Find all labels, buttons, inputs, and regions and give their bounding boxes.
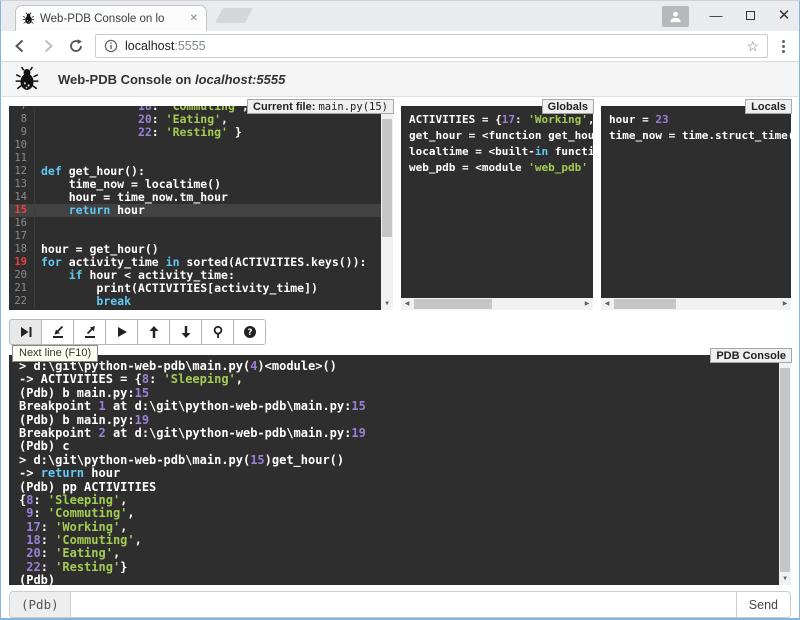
locals-line: time_now = time.struct_time(tm_yea	[609, 128, 791, 144]
close-button[interactable]: ✕	[777, 1, 791, 31]
pdb-prompt-label: (Pdb)	[9, 591, 70, 618]
locals-line: hour = 23	[609, 112, 791, 128]
web-pdb-page: Web-PDB Console on localhost:5555 Curren…	[1, 62, 799, 618]
page-info-icon[interactable]	[104, 39, 118, 53]
up-icon	[147, 325, 161, 339]
console-line: (Pdb)	[19, 574, 791, 585]
reload-button[interactable]	[67, 37, 85, 55]
url-port: :5555	[174, 39, 205, 53]
console-line: Breakpoint 1 at d:\git\python-web-pdb\ma…	[19, 400, 791, 413]
pdb-console-panel: > d:\git\python-web-pdb\main.py(4)<modul…	[9, 355, 791, 585]
console-lines: > d:\git\python-web-pdb\main.py(4)<modul…	[19, 360, 791, 585]
send-button[interactable]: Send	[737, 591, 791, 618]
next-line-icon	[19, 325, 33, 339]
code-line: 22 break	[9, 295, 393, 308]
maximize-button[interactable]	[743, 1, 757, 31]
next-line-tooltip: Next line (F10)	[12, 345, 98, 362]
locals-label: Locals	[745, 99, 792, 114]
code-line: 16	[9, 217, 393, 230]
console-line: 18: 'Commuting',	[19, 534, 791, 547]
locals-lines: hour = 23time_now = time.struct_time(tm_…	[609, 112, 791, 144]
profile-button[interactable]	[662, 6, 689, 27]
globals-scrollbar[interactable]: ◀ ▶	[401, 298, 593, 310]
console-line: (Pdb) c	[19, 440, 791, 453]
locals-scrollbar[interactable]: ◀ ▶	[601, 298, 791, 310]
help-icon: ?	[243, 325, 257, 339]
current-file-label: Current file: main.py(15)	[247, 99, 394, 114]
scroll-left-icon[interactable]: ◀	[401, 298, 413, 310]
console-line: Breakpoint 2 at d:\git\python-web-pdb\ma…	[19, 427, 791, 440]
console-line: -> return hour	[19, 467, 791, 480]
code-line: 15 return hour	[9, 204, 393, 217]
app-header: Web-PDB Console on localhost:5555	[1, 62, 799, 97]
browser-window: Web-PDB Console on lo ✕ — ✕	[0, 0, 800, 620]
scroll-down-icon[interactable]: ▼	[779, 573, 791, 585]
pdb-command-input[interactable]	[70, 591, 737, 618]
up-button[interactable]	[137, 319, 170, 345]
step-out-icon	[83, 325, 97, 339]
minimize-button[interactable]: —	[709, 1, 723, 31]
scroll-left-icon[interactable]: ◀	[601, 298, 613, 310]
code-lines: 7 18: 'Commuting',8 20: 'Eating',9 22: '…	[9, 106, 393, 308]
pdb-console-label: PDB Console	[710, 348, 792, 363]
locals-panel: hour = 23time_now = time.struct_time(tm_…	[601, 106, 791, 298]
bookmark-star-icon[interactable]: ☆	[746, 38, 759, 55]
command-input-row: (Pdb) Send	[9, 591, 791, 618]
scroll-down-icon[interactable]: ▼	[381, 298, 393, 310]
svg-text:?: ?	[247, 328, 252, 338]
console-line: > d:\git\python-web-pdb\main.py(4)<modul…	[19, 360, 791, 373]
down-button[interactable]	[169, 319, 202, 345]
code-scrollbar[interactable]: ▲ ▼	[381, 106, 393, 310]
console-line: (Pdb) pp ACTIVITIES	[19, 481, 791, 494]
globals-line: ACTIVITIES = {17: 'Working', 18: '	[409, 112, 593, 128]
browser-tab[interactable]: Web-PDB Console on lo ✕	[15, 5, 207, 31]
console-line: 20: 'Eating',	[19, 547, 791, 560]
code-line: 10	[9, 139, 393, 152]
where-button[interactable]	[201, 319, 234, 345]
console-line: > d:\git\python-web-pdb\main.py(15)get_h…	[19, 454, 791, 467]
console-line: (Pdb) b main.py:19	[19, 414, 791, 427]
where-icon	[211, 325, 225, 339]
new-tab-button[interactable]	[215, 8, 253, 23]
down-icon	[179, 325, 193, 339]
address-bar[interactable]: localhost :5555 ☆	[95, 34, 768, 58]
scroll-right-icon[interactable]: ▶	[779, 298, 791, 310]
globals-lines: ACTIVITIES = {17: 'Working', 18: 'get_ho…	[409, 112, 593, 176]
next-line-button[interactable]	[9, 319, 42, 345]
globals-line: get_hour = <function get_hour at 0	[409, 128, 593, 144]
bug-favicon-icon	[22, 12, 35, 25]
console-line: 17: 'Working',	[19, 521, 791, 534]
globals-label: Globals	[542, 99, 594, 114]
console-scrollbar[interactable]: ▲ ▼	[779, 355, 791, 585]
console-line: (Pdb) b main.py:15	[19, 387, 791, 400]
bug-logo-icon	[14, 66, 40, 92]
browser-menu-button[interactable]	[778, 40, 789, 53]
source-code-panel: 7 18: 'Commuting',8 20: 'Eating',9 22: '…	[9, 106, 393, 310]
console-line: {8: 'Sleeping',	[19, 494, 791, 507]
globals-panel: ACTIVITIES = {17: 'Working', 18: 'get_ho…	[401, 106, 593, 298]
code-line: 9 22: 'Resting' }	[9, 126, 393, 139]
debug-toolbar: ? Next line (F10)	[9, 319, 791, 345]
step-into-button[interactable]	[41, 319, 74, 345]
globals-line: web_pdb = <module 'web_pdb' from '	[409, 160, 593, 176]
scroll-right-icon[interactable]: ▶	[581, 298, 593, 310]
continue-button[interactable]	[105, 319, 138, 345]
step-into-icon	[51, 325, 65, 339]
browser-titlebar: Web-PDB Console on lo ✕ — ✕	[1, 1, 799, 31]
forward-button[interactable]	[39, 37, 57, 55]
console-line: 9: 'Commuting',	[19, 507, 791, 520]
page-title: Web-PDB Console on localhost:5555	[58, 72, 285, 87]
console-line: 22: 'Resting'}	[19, 561, 791, 574]
browser-addressbar: localhost :5555 ☆	[1, 31, 799, 62]
tab-title: Web-PDB Console on lo	[40, 13, 183, 25]
globals-line: localtime = <built-in function loc	[409, 144, 593, 160]
person-icon	[669, 10, 682, 23]
console-line: -> ACTIVITIES = {8: 'Sleeping',	[19, 373, 791, 386]
step-out-button[interactable]	[73, 319, 106, 345]
back-button[interactable]	[11, 37, 29, 55]
tab-close-icon[interactable]: ✕	[188, 13, 200, 24]
continue-icon	[115, 325, 129, 339]
help-button[interactable]: ?	[233, 319, 266, 345]
url-host: localhost	[125, 39, 174, 53]
